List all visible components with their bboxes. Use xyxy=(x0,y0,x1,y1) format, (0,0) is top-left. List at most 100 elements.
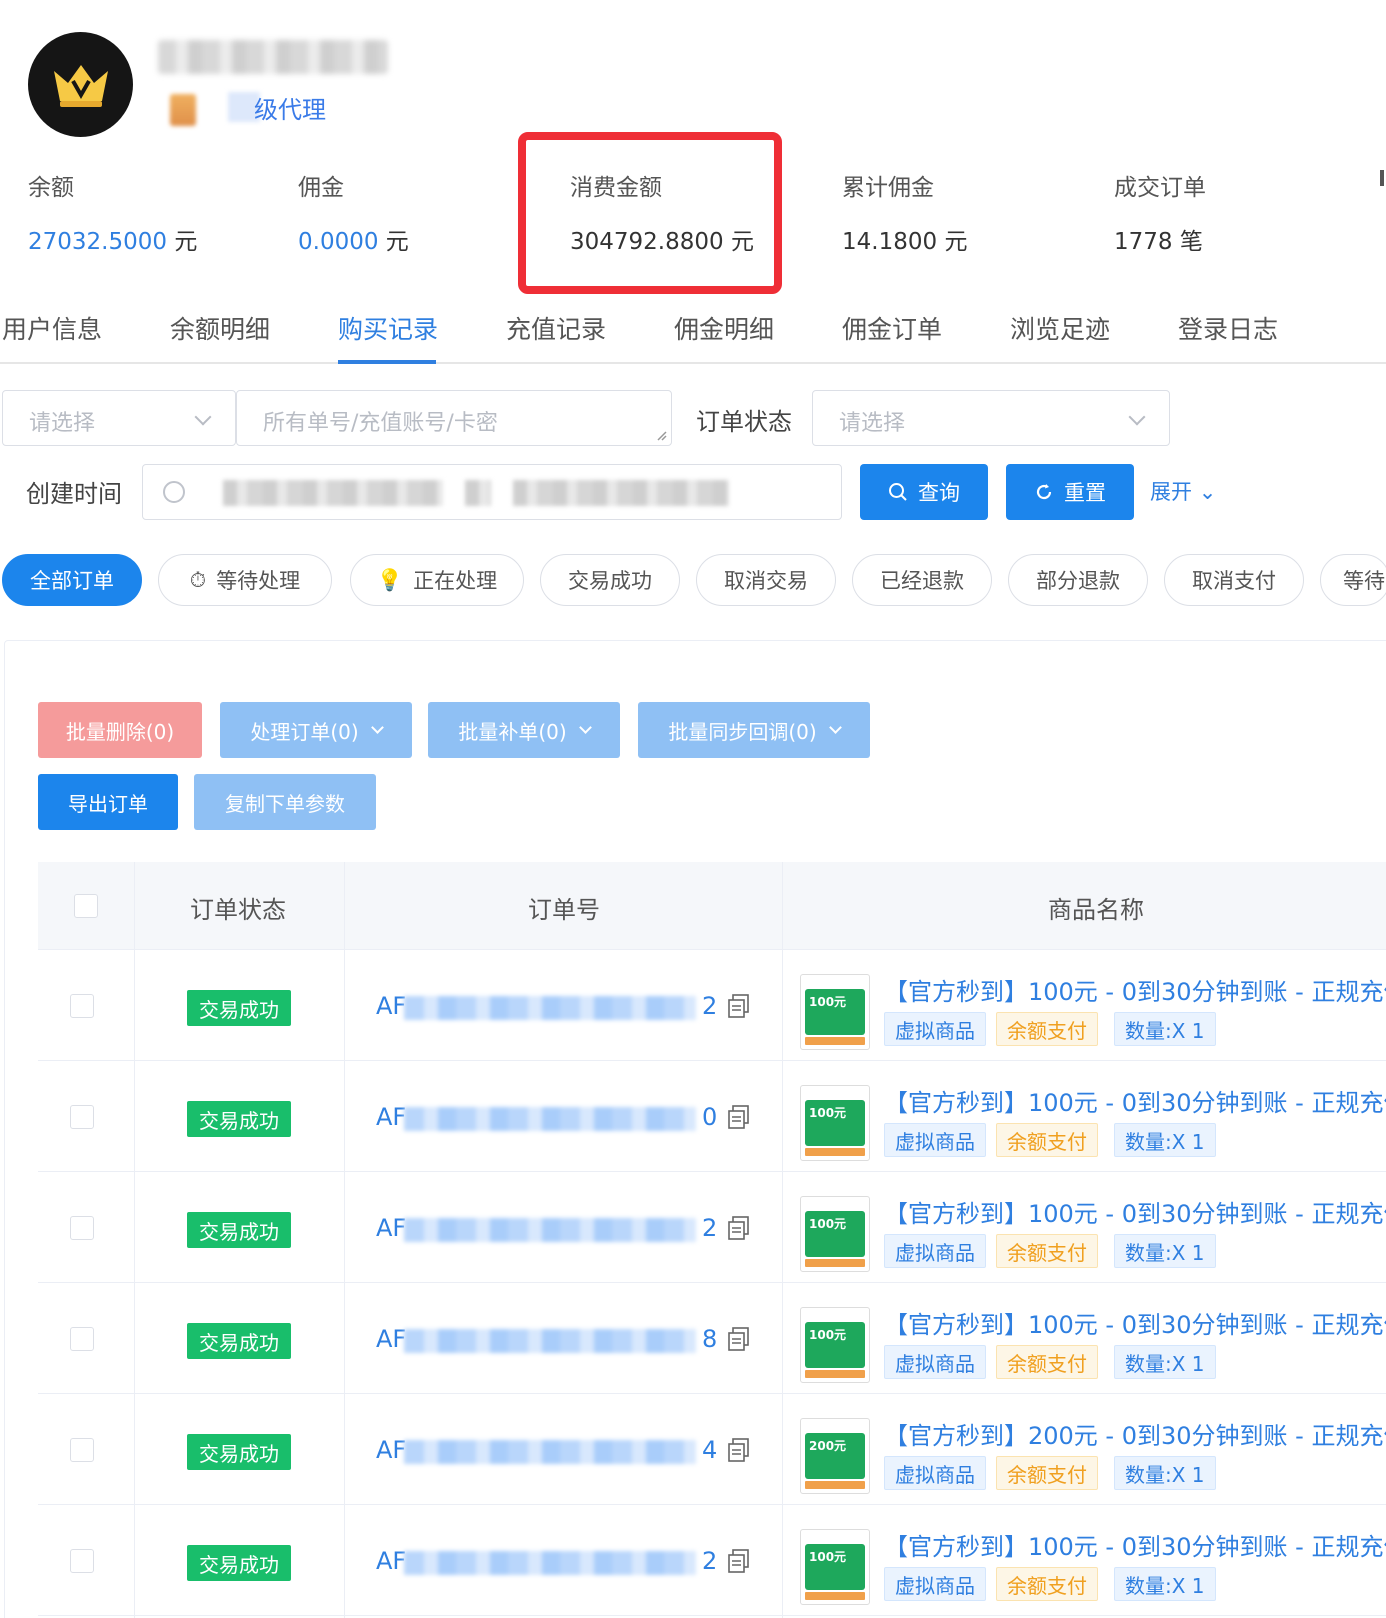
header-order-no: 订单号 xyxy=(528,896,600,924)
table-row: 交易成功 AF 2 100元 【官方秒到】100元 - 0到30分钟到账 - 正… xyxy=(38,1505,1386,1616)
table-header: 订单状态 订单号 商品名称 xyxy=(38,862,1386,950)
reset-button[interactable]: 重置 xyxy=(1006,464,1134,520)
stat-label: 佣金 xyxy=(298,175,344,201)
payment-tag: 余额支付 xyxy=(996,1012,1098,1046)
copy-params-button[interactable]: 复制下单参数 xyxy=(194,774,376,830)
row-checkbox[interactable] xyxy=(70,1438,94,1462)
status-badge: 交易成功 xyxy=(187,1545,291,1581)
quantity-tag: 数量:X 1 xyxy=(1114,1345,1216,1379)
product-name[interactable]: 【官方秒到】200元 - 0到30分钟到账 - 正规充值 xyxy=(884,1416,1386,1451)
product-thumbnail: 100元 xyxy=(800,1307,870,1383)
payment-tag: 余额支付 xyxy=(996,1456,1098,1490)
clock-icon xyxy=(163,481,185,503)
resize-icon xyxy=(657,431,667,441)
pill-waiting[interactable]: 等待 xyxy=(1320,554,1386,606)
order-number[interactable]: AF xyxy=(376,1547,406,1575)
timer-icon: ⏱ xyxy=(189,567,207,592)
pill-all-orders[interactable]: 全部订单 xyxy=(2,554,142,606)
export-orders-button[interactable]: 导出订单 xyxy=(38,774,178,830)
product-name[interactable]: 【官方秒到】100元 - 0到30分钟到账 - 正规充值 xyxy=(884,1305,1386,1340)
tab-login-log[interactable]: 登录日志 xyxy=(1178,310,1278,346)
pill-processing[interactable]: 💡 正在处理 xyxy=(350,554,524,606)
pill-partial-refund[interactable]: 部分退款 xyxy=(1008,554,1148,606)
expand-filters-link[interactable]: 展开 ⌄ xyxy=(1150,476,1216,506)
row-checkbox[interactable] xyxy=(70,1105,94,1129)
chevron-down-icon xyxy=(828,720,842,734)
quantity-tag: 数量:X 1 xyxy=(1114,1012,1216,1046)
query-button[interactable]: 查询 xyxy=(860,464,988,520)
stat-balance: 余额 27032.5000 元 xyxy=(28,168,197,256)
order-number[interactable]: AF xyxy=(376,1103,406,1131)
row-checkbox[interactable] xyxy=(70,994,94,1018)
pill-refunded[interactable]: 已经退款 xyxy=(852,554,992,606)
type-tag: 虚拟商品 xyxy=(884,1456,986,1490)
stat-value: 14.1800 元 xyxy=(842,229,968,255)
copy-icon[interactable] xyxy=(728,1327,750,1351)
tab-balance-detail[interactable]: 余额明细 xyxy=(170,310,270,346)
search-input[interactable]: 所有单号/充值账号/卡密 xyxy=(236,390,672,446)
product-name[interactable]: 【官方秒到】100元 - 0到30分钟到账 - 正规充值 xyxy=(884,972,1386,1007)
product-thumbnail: 100元 xyxy=(800,1085,870,1161)
select-all-checkbox[interactable] xyxy=(74,894,98,918)
tab-purchase-records[interactable]: 购买记录 xyxy=(338,310,438,346)
status-badge: 交易成功 xyxy=(187,990,291,1026)
product-name[interactable]: 【官方秒到】100元 - 0到30分钟到账 - 正规充值 xyxy=(884,1083,1386,1118)
order-number[interactable]: AF xyxy=(376,992,406,1020)
product-thumbnail: 200元 xyxy=(800,1418,870,1494)
pill-cancelled[interactable]: 取消交易 xyxy=(696,554,836,606)
tab-commission-orders[interactable]: 佣金订单 xyxy=(842,310,942,346)
row-checkbox[interactable] xyxy=(70,1549,94,1573)
product-name[interactable]: 【官方秒到】100元 - 0到30分钟到账 - 正规充值 xyxy=(884,1194,1386,1229)
batch-resupply-button[interactable]: 批量补单(0) xyxy=(428,702,620,758)
search-icon xyxy=(889,483,907,501)
order-number[interactable]: AF xyxy=(376,1214,406,1242)
pill-cancel-payment[interactable]: 取消支付 xyxy=(1164,554,1304,606)
pill-success[interactable]: 交易成功 xyxy=(540,554,680,606)
pill-pending[interactable]: ⏱ 等待处理 xyxy=(158,554,332,606)
order-number[interactable]: AF xyxy=(376,1436,406,1464)
batch-delete-button[interactable]: 批量删除(0) xyxy=(38,702,202,758)
table-row: 交易成功 AF 2 100元 【官方秒到】100元 - 0到30分钟到账 - 正… xyxy=(38,950,1386,1061)
row-checkbox[interactable] xyxy=(70,1327,94,1351)
table-row: 交易成功 AF 0 100元 【官方秒到】100元 - 0到30分钟到账 - 正… xyxy=(38,1061,1386,1172)
bulb-icon: 💡 xyxy=(376,567,404,592)
copy-icon[interactable] xyxy=(728,1216,750,1240)
type-select[interactable]: 请选择 xyxy=(2,390,236,446)
order-number[interactable]: AF xyxy=(376,1325,406,1353)
tab-user-info[interactable]: 用户信息 xyxy=(2,310,102,346)
quantity-tag: 数量:X 1 xyxy=(1114,1123,1216,1157)
stat-value: 0.0000 元 xyxy=(298,229,409,255)
refresh-icon xyxy=(1036,484,1052,500)
status-badge: 交易成功 xyxy=(187,1101,291,1137)
status-badge: 交易成功 xyxy=(187,1212,291,1248)
tab-commission-detail[interactable]: 佣金明细 xyxy=(674,310,774,346)
avatar xyxy=(28,32,133,137)
crown-icon xyxy=(53,64,108,107)
copy-icon[interactable] xyxy=(728,1438,750,1462)
copy-icon[interactable] xyxy=(728,1105,750,1129)
chevron-down-icon xyxy=(1128,408,1146,426)
product-thumbnail: 100元 xyxy=(800,974,870,1050)
payment-tag: 余额支付 xyxy=(996,1234,1098,1268)
quantity-tag: 数量:X 1 xyxy=(1114,1234,1216,1268)
payment-tag: 余额支付 xyxy=(996,1345,1098,1379)
batch-sync-button[interactable]: 批量同步回调(0) xyxy=(638,702,870,758)
overflow-mark xyxy=(1380,170,1384,186)
chevron-down-icon xyxy=(194,408,212,426)
tab-browse-history[interactable]: 浏览足迹 xyxy=(1010,310,1110,346)
row-checkbox[interactable] xyxy=(70,1216,94,1240)
stat-commission: 佣金 0.0000 元 xyxy=(298,168,409,256)
header-status: 订单状态 xyxy=(190,896,286,924)
username-redacted xyxy=(158,40,388,74)
status-select[interactable]: 请选择 xyxy=(812,390,1170,446)
tab-recharge-records[interactable]: 充值记录 xyxy=(506,310,606,346)
date-range-picker[interactable] xyxy=(142,464,842,520)
process-orders-button[interactable]: 处理订单(0) xyxy=(220,702,412,758)
stat-value: 1778 笔 xyxy=(1114,229,1203,255)
product-name[interactable]: 【官方秒到】100元 - 0到30分钟到账 - 正规充值 xyxy=(884,1527,1386,1562)
chevron-down-icon: ⌄ xyxy=(1198,480,1217,504)
copy-icon[interactable] xyxy=(728,1549,750,1573)
status-filter-label: 订单状态 xyxy=(696,408,792,436)
level-text: 级代理 xyxy=(254,96,326,124)
copy-icon[interactable] xyxy=(728,994,750,1018)
